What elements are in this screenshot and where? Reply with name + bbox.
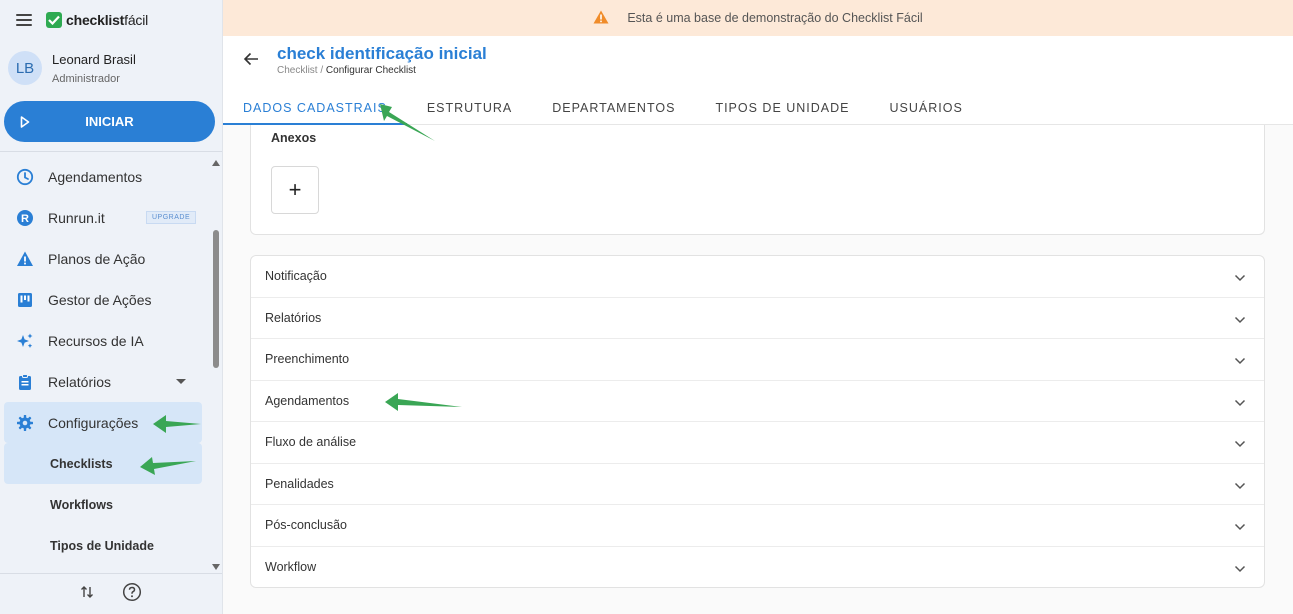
user-role: Administrador [52, 72, 120, 85]
chevron-down-icon [1234, 437, 1246, 451]
breadcrumb-separator: / [317, 65, 326, 76]
kanban-icon [16, 291, 34, 309]
sidebar-item-gestor-de-acoes[interactable]: Gestor de Ações [0, 279, 210, 320]
accordion-item-pos-conclusao[interactable]: Pós-conclusão [251, 505, 1264, 547]
accordion-item-label: Agendamentos [265, 393, 350, 408]
banner-text: Esta é uma base de demonstração do Check… [627, 11, 923, 25]
upgrade-badge[interactable]: UPGRADE [146, 211, 197, 224]
hamburger-menu-icon[interactable] [16, 14, 32, 26]
accordion-item-label: Penalidades [265, 476, 334, 491]
sidebar-item-label: Configurações [48, 414, 139, 431]
gear-icon [16, 414, 34, 432]
sidebar-item-relatorios[interactable]: Relatórios [0, 361, 210, 402]
logo-text-bold: checklist [66, 12, 125, 28]
sparkle-icon [16, 332, 34, 350]
start-button[interactable]: INICIAR [4, 101, 215, 142]
accordion-item-label: Notificação [265, 269, 327, 284]
chevron-down-icon [1234, 562, 1246, 576]
swap-vertical-icon[interactable] [80, 585, 94, 604]
sidebar-nav: Agendamentos R Runrun.it UPGRADE Planos … [0, 156, 210, 566]
sidebar-divider [0, 151, 222, 152]
help-icon[interactable] [122, 582, 142, 607]
scroll-down-icon[interactable] [212, 564, 220, 570]
sidebar-item-label: Relatórios [48, 373, 112, 390]
chevron-down-icon [1234, 313, 1246, 327]
accordion-item-agendamentos[interactable]: Agendamentos [251, 381, 1264, 422]
accordion-item-workflow[interactable]: Workflow [251, 547, 1264, 588]
sidebar-item-label: Agendamentos [48, 168, 143, 185]
sidebar-subitem-workflows[interactable]: Workflows [0, 484, 210, 525]
add-attachment-button[interactable]: + [271, 166, 319, 214]
attachments-card: Anexos + [250, 125, 1265, 235]
tab-bar: DADOS CADASTRAIS ESTRUTURA DEPARTAMENTOS… [223, 90, 983, 125]
accordion-item-label: Relatórios [265, 310, 322, 325]
tab-departamentos[interactable]: DEPARTAMENTOS [532, 90, 695, 125]
runrun-icon: R [16, 209, 34, 227]
accordion-item-label: Pós-conclusão [265, 518, 347, 533]
breadcrumb-root[interactable]: Checklist [277, 65, 318, 76]
sidebar-item-label: Recursos de IA [48, 332, 144, 349]
app-logo[interactable]: checklistfácil [46, 12, 148, 28]
sidebar-subitem-checklists[interactable]: Checklists [4, 443, 202, 484]
back-arrow-icon[interactable] [243, 52, 259, 71]
logo-text-light: fácil [124, 12, 149, 28]
accordion-item-penalidades[interactable]: Penalidades [251, 464, 1264, 505]
accordion-item-label: Workflow [265, 560, 317, 575]
clock-icon [16, 168, 34, 186]
demo-banner: Esta é uma base de demonstração do Check… [223, 0, 1293, 36]
sidebar-item-planos-de-acao[interactable]: Planos de Ação [0, 238, 210, 279]
chevron-down-icon [1234, 354, 1246, 368]
sidebar-scrollbar[interactable] [211, 156, 221, 572]
sidebar-footer [0, 573, 222, 614]
breadcrumb-current: Configurar Checklist [325, 65, 416, 76]
accordion-item-preenchimento[interactable]: Preenchimento [251, 339, 1264, 381]
warning-icon [16, 250, 34, 268]
tab-tipos-de-unidade[interactable]: TIPOS DE UNIDADE [695, 90, 869, 125]
clipboard-icon [16, 373, 34, 391]
tab-usuarios[interactable]: USUÁRIOS [870, 90, 983, 125]
accordion-item-fluxo-de-analise[interactable]: Fluxo de análise [251, 422, 1264, 464]
sidebar: checklistfácil LB Leonard Brasil Adminis… [0, 0, 223, 614]
chevron-down-icon [1234, 271, 1246, 285]
avatar: LB [8, 51, 42, 85]
accordion-item-label: Preenchimento [265, 352, 350, 367]
sidebar-item-runrun[interactable]: R Runrun.it UPGRADE [0, 197, 210, 238]
chevron-down-icon [1234, 479, 1246, 493]
start-button-label: INICIAR [85, 114, 134, 129]
scroll-up-icon[interactable] [212, 160, 220, 166]
svg-text:R: R [21, 213, 29, 225]
accordion-item-notificacao[interactable]: Notificação [251, 256, 1264, 298]
breadcrumb: Checklist / Configurar Checklist [277, 65, 416, 76]
scroll-thumb[interactable] [213, 230, 219, 368]
sidebar-subitem-tipos-de-unidade[interactable]: Tipos de Unidade [0, 525, 210, 566]
tab-estrutura[interactable]: ESTRUTURA [407, 90, 532, 125]
warning-icon [593, 10, 609, 27]
chevron-down-icon[interactable] [176, 379, 186, 384]
play-icon [4, 101, 45, 142]
attachments-title: Anexos [271, 131, 317, 145]
accordion-item-label: Fluxo de análise [265, 435, 357, 450]
sidebar-item-label: Gestor de Ações [48, 291, 152, 308]
sidebar-item-recursos-de-ia[interactable]: Recursos de IA [0, 320, 210, 361]
sidebar-item-configuracoes[interactable]: Configurações [4, 402, 202, 443]
user-profile[interactable]: LB Leonard Brasil Administrador [0, 40, 222, 96]
user-name: Leonard Brasil [52, 51, 136, 67]
chevron-down-icon [1234, 396, 1246, 410]
page-header: check identificação inicial Checklist / … [223, 36, 1293, 125]
sidebar-item-agendamentos[interactable]: Agendamentos [0, 156, 210, 197]
checkmark-logo-icon [46, 12, 62, 28]
chevron-down-icon [1234, 520, 1246, 534]
sidebar-header: checklistfácil [0, 0, 222, 40]
sidebar-item-label: Runrun.it [48, 209, 105, 226]
accordion-item-relatorios[interactable]: Relatórios [251, 298, 1264, 339]
page-title: check identificação inicial [277, 44, 487, 63]
settings-accordion: Notificação Relatórios Preenchimento Age… [250, 255, 1265, 588]
sidebar-item-label: Planos de Ação [48, 250, 146, 267]
tab-dados-cadastrais[interactable]: DADOS CADASTRAIS [223, 90, 407, 125]
